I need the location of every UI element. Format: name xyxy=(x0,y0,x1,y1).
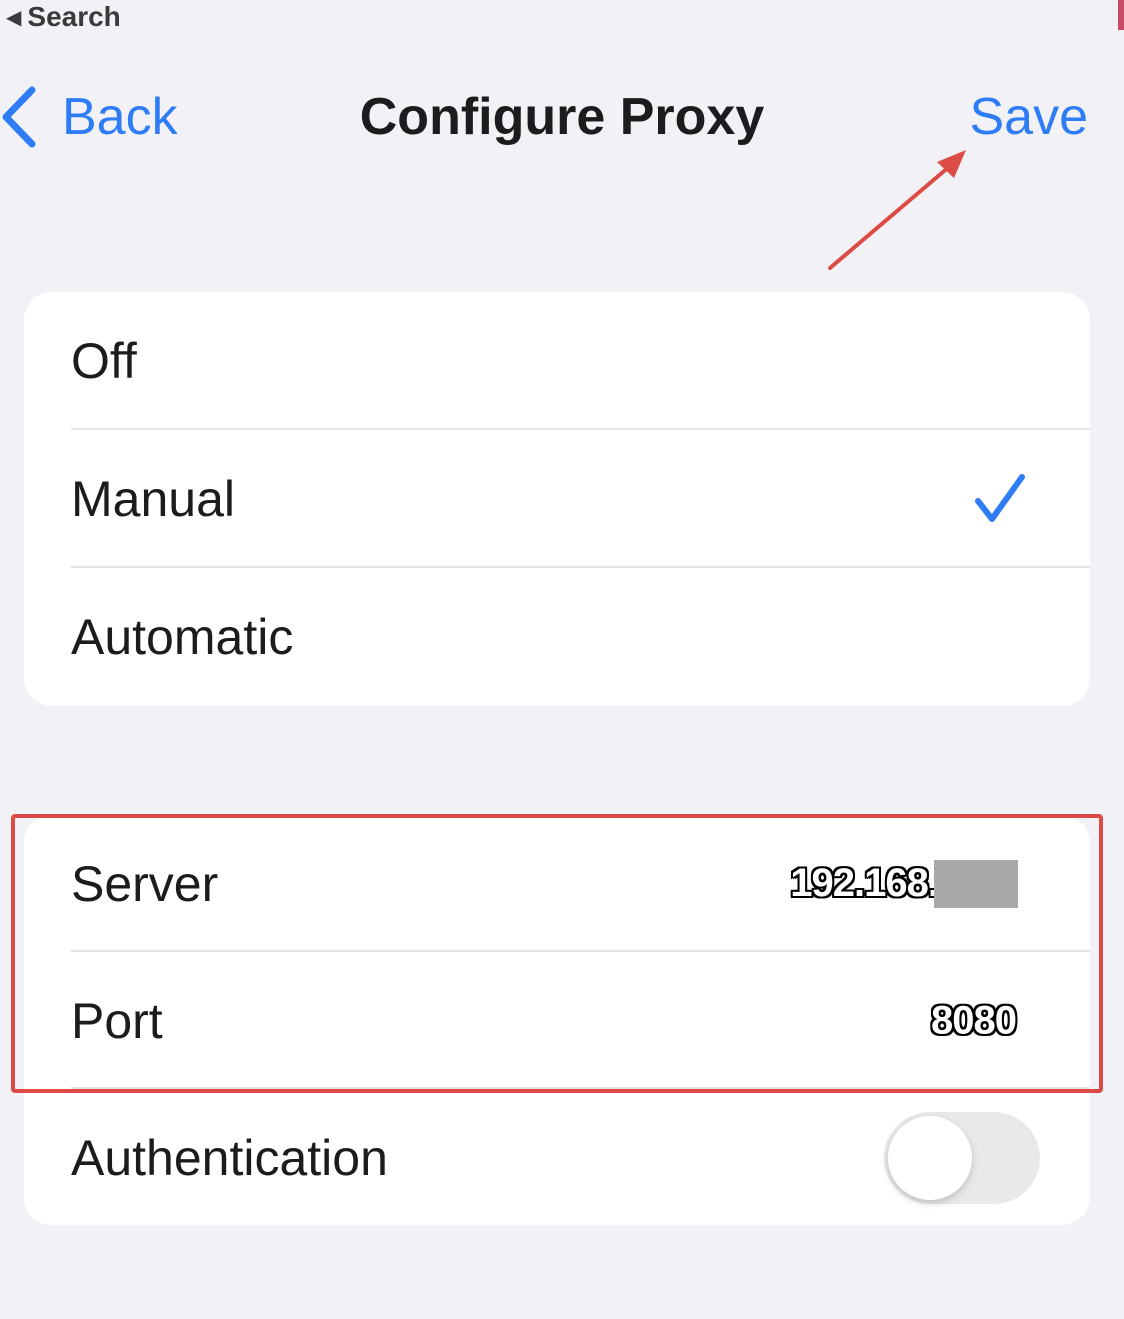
back-button[interactable]: Back xyxy=(0,82,178,152)
server-value[interactable]: 192.168. xyxy=(790,859,1018,908)
annotation-arrow xyxy=(828,150,966,270)
redaction-block xyxy=(934,859,1018,908)
proxy-mode-automatic-row[interactable]: Automatic xyxy=(24,568,1090,706)
authentication-row: Authentication xyxy=(24,1089,1090,1226)
save-button[interactable]: Save xyxy=(969,82,1088,152)
status-bar-back-link[interactable]: ◀ Search xyxy=(6,0,121,34)
port-value[interactable]: 8080 xyxy=(931,998,1017,1043)
back-button-label: Back xyxy=(62,88,178,146)
proxy-mode-automatic-label: Automatic xyxy=(71,609,294,665)
proxy-mode-manual-label: Manual xyxy=(71,471,235,527)
port-label: Port xyxy=(71,992,163,1049)
server-row[interactable]: Server 192.168. xyxy=(24,815,1090,952)
proxy-mode-group: Off Manual Automatic xyxy=(24,292,1090,706)
proxy-mode-off-label: Off xyxy=(71,333,137,389)
toggle-knob xyxy=(888,1115,972,1200)
window-edge-accent xyxy=(1118,0,1124,30)
proxy-mode-off-row[interactable]: Off xyxy=(24,292,1090,430)
chevron-left-icon xyxy=(2,86,36,148)
proxy-settings-group: Server 192.168. Port 8080 Authentication xyxy=(24,815,1090,1225)
server-label: Server xyxy=(71,855,219,912)
server-value-text: 192.168. xyxy=(790,861,939,905)
authentication-label: Authentication xyxy=(71,1129,388,1186)
authentication-toggle[interactable] xyxy=(884,1111,1040,1204)
checkmark-icon xyxy=(975,474,1025,522)
status-bar-back-label: Search xyxy=(27,1,121,32)
port-row[interactable]: Port 8080 xyxy=(24,952,1090,1089)
proxy-mode-manual-row[interactable]: Manual xyxy=(24,430,1090,568)
back-triangle-icon: ◀ xyxy=(6,6,22,29)
